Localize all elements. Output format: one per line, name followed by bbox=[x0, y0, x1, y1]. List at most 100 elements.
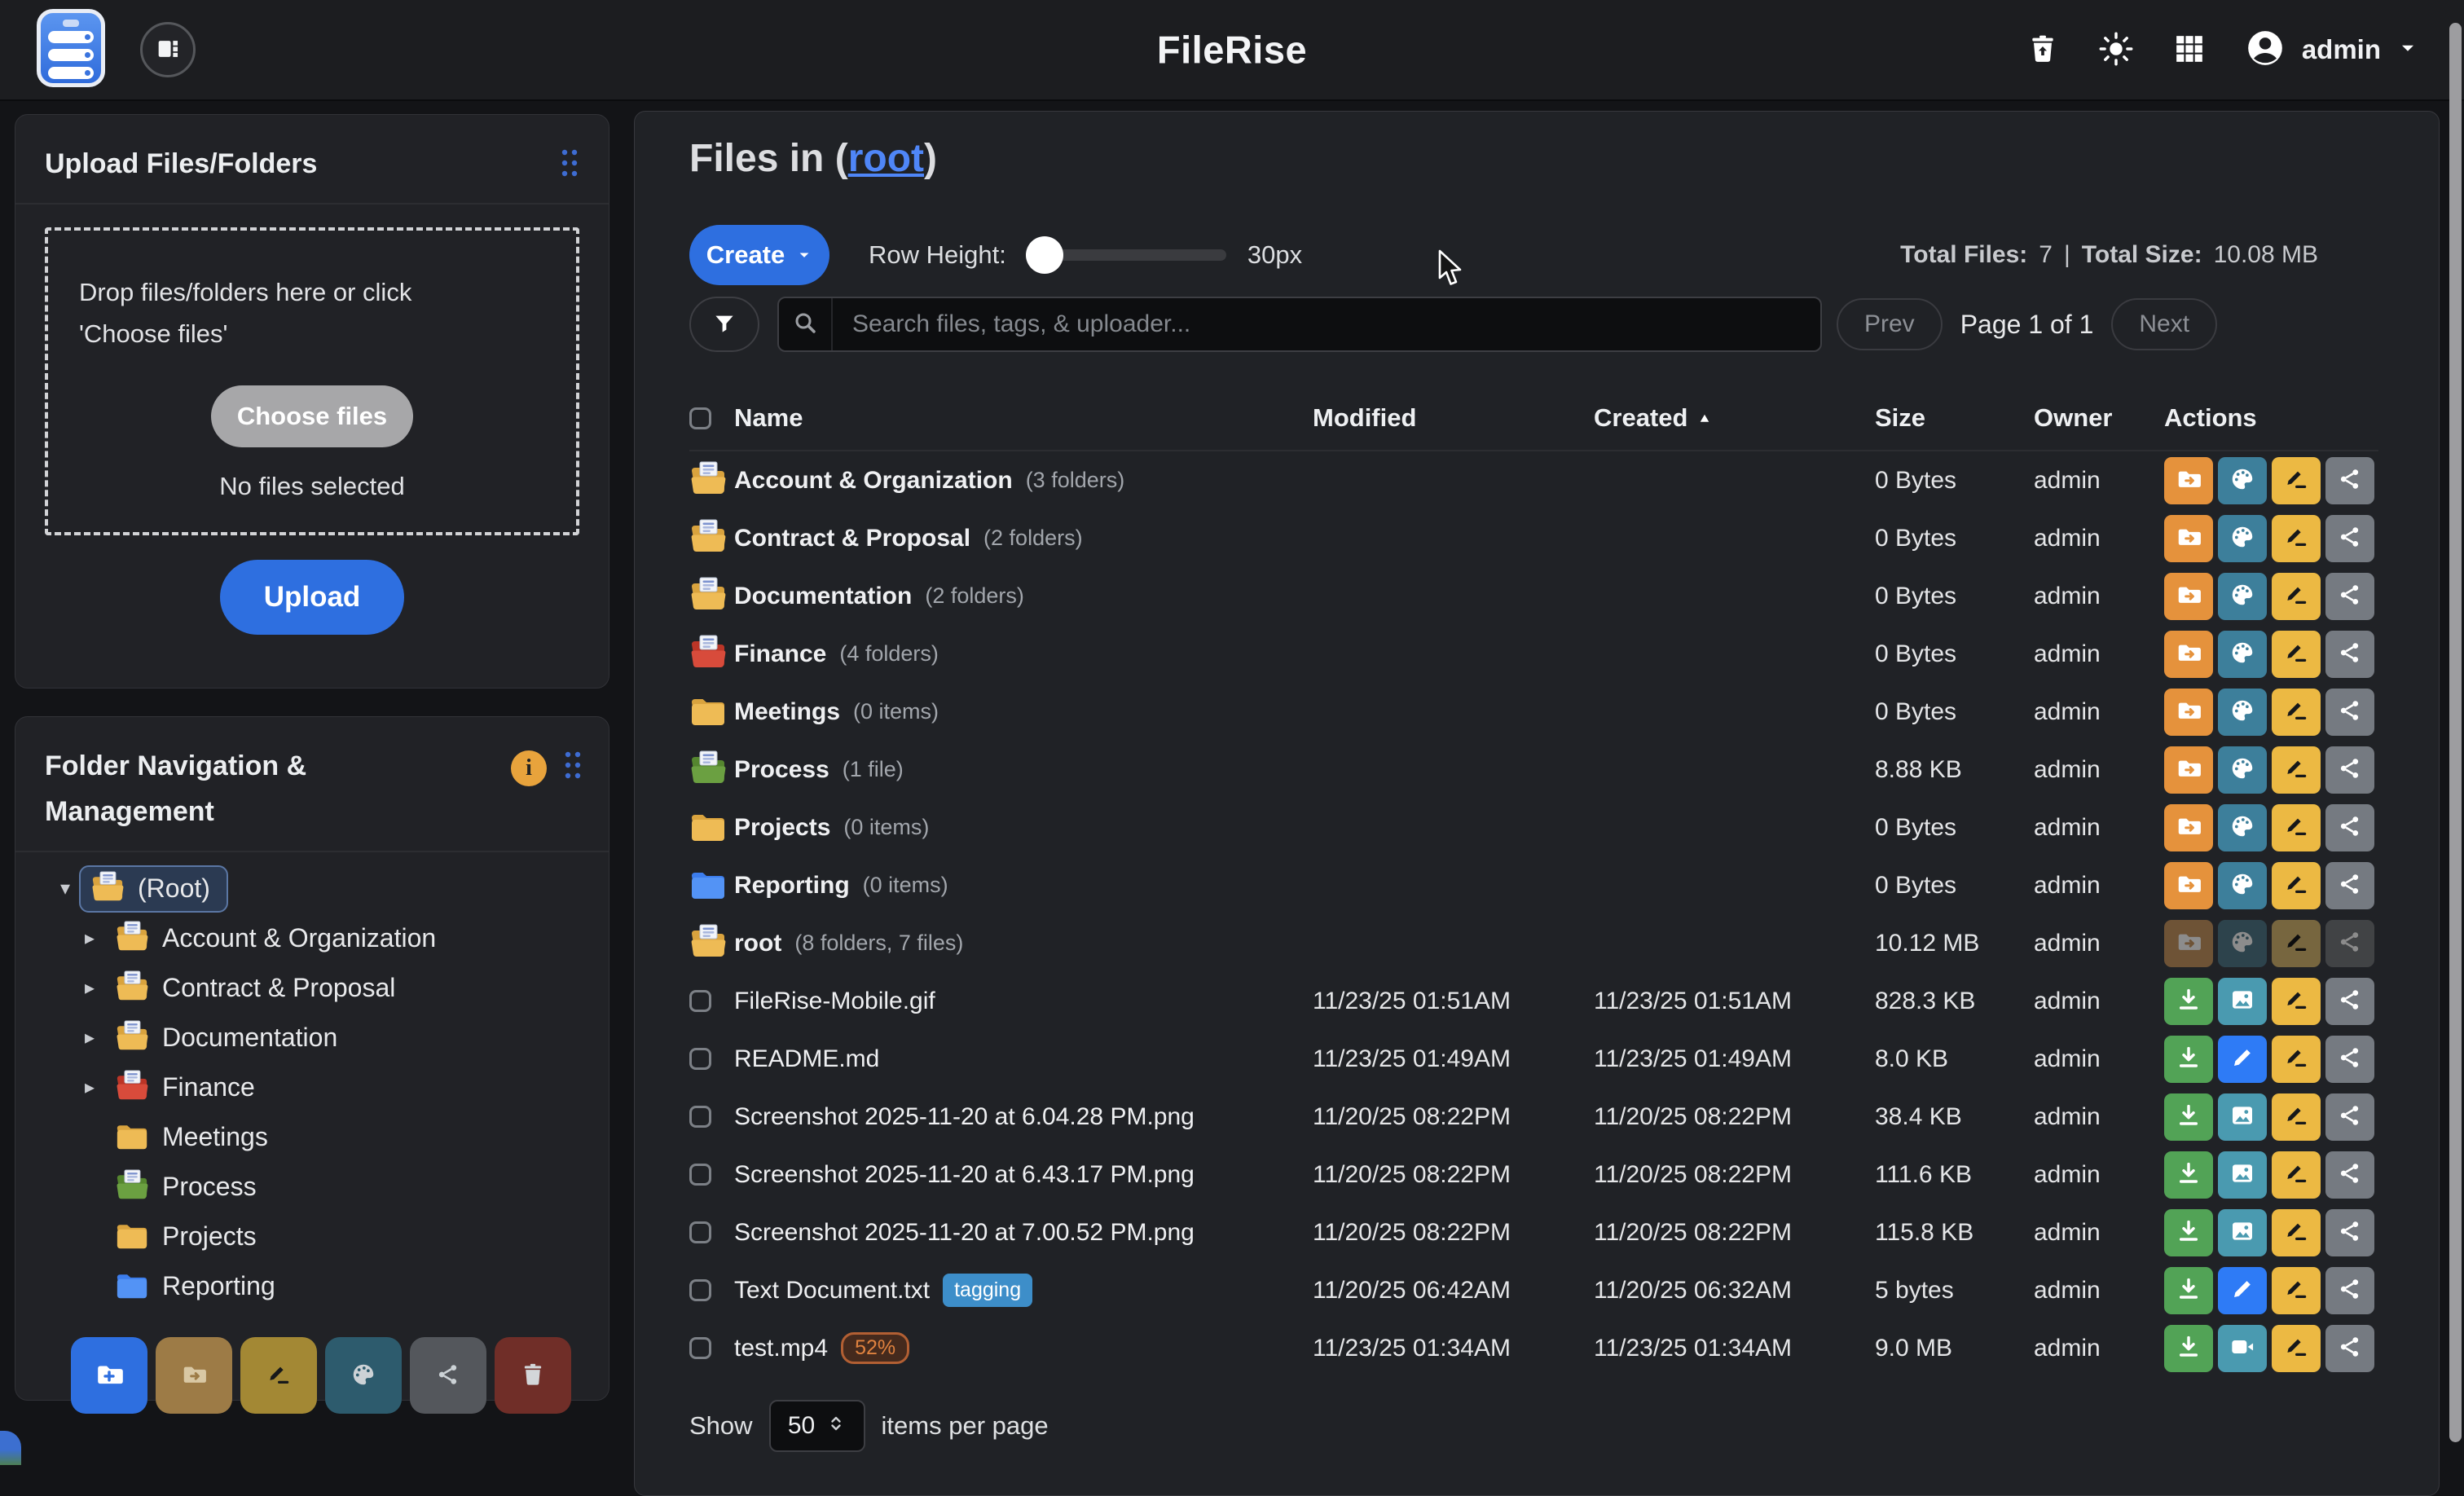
select-all-checkbox[interactable] bbox=[689, 407, 711, 429]
drag-handle-icon[interactable] bbox=[558, 147, 581, 184]
folder-move-button[interactable] bbox=[2164, 457, 2213, 504]
prev-page-button[interactable]: Prev bbox=[1837, 298, 1943, 350]
tree-folder[interactable]: Contract & Proposal bbox=[103, 965, 413, 1012]
file-name[interactable]: README.md bbox=[734, 1045, 879, 1073]
create-button[interactable]: Create bbox=[689, 225, 829, 285]
share-button[interactable] bbox=[2325, 862, 2374, 909]
file-name[interactable]: Screenshot 2025-11-20 at 6.43.17 PM.png bbox=[734, 1161, 1195, 1189]
trash-restore-button[interactable] bbox=[2026, 33, 2059, 68]
share-button[interactable] bbox=[2325, 515, 2374, 562]
slider-thumb[interactable] bbox=[1026, 236, 1063, 274]
sidebar-toggle-button[interactable] bbox=[140, 22, 196, 77]
palette-button[interactable] bbox=[2218, 746, 2267, 794]
folder-move-button[interactable] bbox=[2164, 631, 2213, 678]
rename-button[interactable] bbox=[2272, 689, 2321, 736]
folder-move-button[interactable] bbox=[2164, 746, 2213, 794]
row-height-slider[interactable] bbox=[1026, 249, 1226, 261]
share-button[interactable] bbox=[2325, 804, 2374, 851]
download-button[interactable] bbox=[2164, 1325, 2213, 1372]
tree-caret-icon[interactable]: ▾ bbox=[51, 877, 79, 900]
folder-name[interactable]: Contract & Proposal bbox=[734, 525, 970, 552]
palette-button[interactable] bbox=[2218, 515, 2267, 562]
tree-caret-icon[interactable]: ▸ bbox=[76, 1076, 103, 1099]
root-breadcrumb-link[interactable]: root bbox=[848, 137, 924, 180]
folder-move-button[interactable] bbox=[2164, 515, 2213, 562]
upload-dropzone[interactable]: Drop files/folders here or click 'Choose… bbox=[45, 227, 579, 535]
folder-name[interactable]: Account & Organization bbox=[734, 467, 1013, 495]
tree-item[interactable]: ▾ (Root) bbox=[15, 864, 609, 913]
file-name[interactable]: FileRise-Mobile.gif bbox=[734, 988, 935, 1015]
folder-name[interactable]: Meetings bbox=[734, 698, 840, 726]
row-checkbox[interactable] bbox=[689, 1164, 711, 1186]
share-button[interactable] bbox=[2325, 746, 2374, 794]
tree-item[interactable]: ▸ Contract & Proposal bbox=[15, 963, 609, 1013]
file-name[interactable]: Screenshot 2025-11-20 at 7.00.52 PM.png bbox=[734, 1219, 1195, 1247]
edit-button[interactable] bbox=[2218, 1036, 2267, 1083]
column-size[interactable]: Size bbox=[1875, 403, 2034, 433]
download-button[interactable] bbox=[2164, 978, 2213, 1025]
column-owner[interactable]: Owner bbox=[2034, 403, 2164, 433]
next-page-button[interactable]: Next bbox=[2111, 298, 2217, 350]
share-button[interactable] bbox=[2325, 1267, 2374, 1314]
file-name[interactable]: test.mp4 bbox=[734, 1335, 828, 1362]
share-button[interactable] bbox=[2325, 1093, 2374, 1141]
tree-caret-icon[interactable]: ▸ bbox=[76, 926, 103, 950]
preview-image-button[interactable] bbox=[2218, 978, 2267, 1025]
tree-folder[interactable]: Projects bbox=[103, 1213, 275, 1261]
share-button[interactable] bbox=[2325, 689, 2374, 736]
rename-button[interactable] bbox=[2272, 804, 2321, 851]
row-checkbox[interactable] bbox=[689, 1106, 711, 1128]
rename-folder-button[interactable] bbox=[240, 1337, 317, 1414]
share-button[interactable] bbox=[2325, 457, 2374, 504]
rename-button[interactable] bbox=[2272, 1093, 2321, 1141]
tree-caret-icon[interactable]: ▸ bbox=[76, 976, 103, 1000]
download-button[interactable] bbox=[2164, 1151, 2213, 1199]
grid-view-button[interactable] bbox=[2173, 33, 2206, 68]
rename-button[interactable] bbox=[2272, 573, 2321, 620]
palette-button[interactable] bbox=[2218, 804, 2267, 851]
app-logo-icon[interactable] bbox=[37, 9, 105, 87]
folder-name[interactable]: root bbox=[734, 930, 781, 957]
search-input[interactable] bbox=[833, 298, 1820, 350]
share-button[interactable] bbox=[2325, 1209, 2374, 1256]
tree-item[interactable]: ▸ Finance bbox=[15, 1063, 609, 1112]
file-name[interactable]: Screenshot 2025-11-20 at 6.04.28 PM.png bbox=[734, 1103, 1195, 1131]
theme-toggle-button[interactable] bbox=[2098, 31, 2134, 69]
row-checkbox[interactable] bbox=[689, 1337, 711, 1359]
preview-image-button[interactable] bbox=[2218, 1093, 2267, 1141]
edit-button[interactable] bbox=[2218, 1267, 2267, 1314]
rename-button[interactable] bbox=[2272, 515, 2321, 562]
tree-item[interactable]: Projects bbox=[15, 1212, 609, 1261]
tree-item[interactable]: Meetings bbox=[15, 1112, 609, 1162]
folder-name[interactable]: Finance bbox=[734, 640, 826, 668]
tree-folder[interactable]: (Root) bbox=[79, 865, 228, 913]
filter-button[interactable] bbox=[689, 297, 759, 352]
drag-handle-icon[interactable] bbox=[561, 750, 584, 786]
folder-move-button[interactable] bbox=[2164, 862, 2213, 909]
folder-name[interactable]: Reporting bbox=[734, 872, 850, 900]
rename-button[interactable] bbox=[2272, 457, 2321, 504]
share-button[interactable] bbox=[2325, 1325, 2374, 1372]
tree-caret-icon[interactable]: ▸ bbox=[76, 1026, 103, 1049]
tree-folder[interactable]: Documentation bbox=[103, 1014, 355, 1062]
row-checkbox[interactable] bbox=[689, 1048, 711, 1070]
items-per-page-select[interactable]: 50 bbox=[769, 1400, 865, 1452]
share-button[interactable] bbox=[2325, 631, 2374, 678]
choose-files-button[interactable]: Choose files bbox=[211, 385, 413, 447]
upload-button[interactable]: Upload bbox=[220, 560, 404, 635]
rename-button[interactable] bbox=[2272, 631, 2321, 678]
tree-item[interactable]: ▸ Account & Organization bbox=[15, 913, 609, 963]
tree-folder[interactable]: Meetings bbox=[103, 1114, 286, 1161]
row-checkbox[interactable] bbox=[689, 1279, 711, 1301]
tree-folder[interactable]: Reporting bbox=[103, 1263, 293, 1310]
row-checkbox[interactable] bbox=[689, 990, 711, 1012]
palette-button[interactable] bbox=[2218, 689, 2267, 736]
download-button[interactable] bbox=[2164, 1036, 2213, 1083]
rename-button[interactable] bbox=[2272, 862, 2321, 909]
folder-move-button[interactable] bbox=[2164, 573, 2213, 620]
preview-image-button[interactable] bbox=[2218, 1151, 2267, 1199]
user-menu[interactable]: admin bbox=[2245, 28, 2418, 73]
palette-button[interactable] bbox=[2218, 457, 2267, 504]
folder-name[interactable]: Projects bbox=[734, 814, 830, 842]
share-button[interactable] bbox=[2325, 1036, 2374, 1083]
